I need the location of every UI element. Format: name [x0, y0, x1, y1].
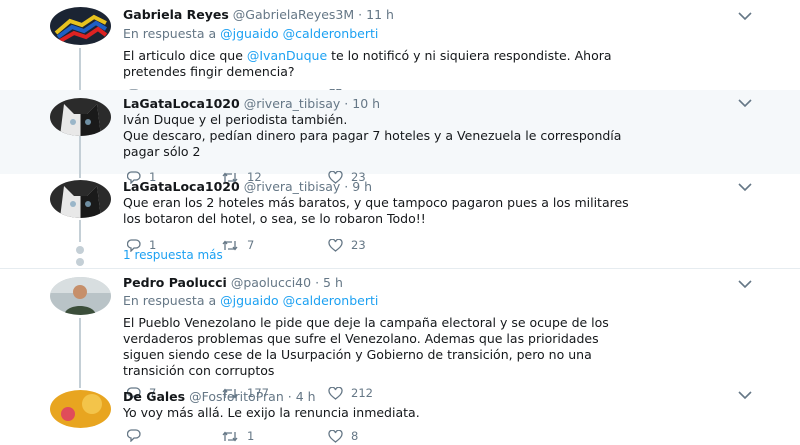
retweet-button[interactable]: 7 [221, 238, 254, 252]
timestamp[interactable]: 10 h [352, 96, 380, 111]
tweet-text: Yo voy más allá. Le exijo la renuncia in… [123, 405, 420, 420]
avatar-image [50, 277, 111, 315]
tweet-header: De Gales @FosforitoPran · 4 h [123, 389, 760, 404]
mention-calderonberti[interactable]: @calderonberti [283, 293, 379, 308]
retweet-icon [222, 430, 238, 442]
retweet-button[interactable]: 1 [221, 429, 254, 443]
reply-to-line: En respuesta a @jguaido @calderonberti [123, 293, 760, 309]
avatar-image [50, 180, 111, 218]
tweet-text-part: El articulo dice que [123, 48, 247, 63]
tweet-lagataloca-2[interactable]: LaGataLoca1020 @rivera_tibisay · 9 h Que… [0, 174, 800, 268]
timestamp[interactable]: 9 h [352, 179, 372, 194]
more-replies-link[interactable]: 1 respuesta más [123, 248, 223, 262]
retweet-count: 7 [247, 238, 255, 252]
tweet-thread: Gabriela Reyes @GabrielaReyes3M · 11 h E… [0, 0, 800, 445]
author-handle[interactable]: @rivera_tibisay [244, 179, 341, 194]
tweet-header: Pedro Paolucci @paolucci40 · 5 h [123, 275, 760, 290]
avatar[interactable] [50, 277, 111, 315]
timestamp[interactable]: 11 h [366, 7, 394, 22]
avatar-image [50, 7, 111, 45]
author-handle[interactable]: @GabrielaReyes3M [233, 7, 354, 22]
tweet-lagataloca-1[interactable]: LaGataLoca1020 @rivera_tibisay · 10 h Iv… [0, 90, 800, 184]
reply-to-line: En respuesta a @jguaido @calderonberti [123, 26, 760, 42]
author-name[interactable]: LaGataLoca1020 [123, 179, 240, 194]
thread-dot [76, 258, 84, 266]
chevron-down-icon[interactable] [738, 182, 752, 192]
tweet-text: El Pueblo Venezolano le pide que deje la… [123, 315, 609, 378]
reply-to-label: En respuesta a [123, 293, 217, 308]
like-button[interactable]: 8 [328, 429, 358, 443]
reply-icon [127, 429, 141, 442]
separator-dot: · [315, 275, 320, 290]
heart-icon [328, 238, 343, 252]
mention-ivanduque[interactable]: @IvanDuque [247, 48, 327, 63]
like-button[interactable]: 23 [328, 238, 366, 252]
tweet-header: LaGataLoca1020 @rivera_tibisay · 9 h [123, 179, 760, 194]
avatar[interactable] [50, 7, 111, 45]
thread-line [79, 136, 81, 178]
avatar[interactable] [50, 180, 111, 218]
like-count: 8 [351, 429, 359, 443]
author-name[interactable]: Gabriela Reyes [123, 7, 229, 22]
author-name[interactable]: LaGataLoca1020 [123, 96, 240, 111]
like-count: 23 [351, 238, 366, 252]
chevron-down-icon[interactable] [738, 390, 752, 400]
author-name[interactable]: De Gales [123, 389, 185, 404]
thread-line [79, 48, 81, 90]
mention-calderonberti[interactable]: @calderonberti [283, 26, 379, 41]
reply-button[interactable] [127, 429, 149, 442]
separator-dot: · [287, 389, 292, 404]
avatar[interactable] [50, 390, 111, 428]
timestamp[interactable]: 4 h [296, 389, 316, 404]
separator-dot: · [344, 96, 349, 111]
avatar-image [50, 390, 111, 428]
timestamp[interactable]: 5 h [323, 275, 343, 290]
author-handle[interactable]: @paolucci40 [231, 275, 311, 290]
tweet-header: Gabriela Reyes @GabrielaReyes3M · 11 h [123, 7, 760, 22]
tweet-text: Iván Duque y el periodista también. Que … [123, 112, 622, 159]
retweet-count: 1 [247, 429, 255, 443]
thread-dot [76, 246, 84, 254]
thread-line [79, 318, 81, 388]
thread-line [79, 220, 81, 242]
tweet-actions: 1 8 [123, 429, 760, 445]
tweet-de-gales[interactable]: De Gales @FosforitoPran · 4 h Yo voy más… [0, 384, 800, 445]
avatar[interactable] [50, 98, 111, 136]
retweet-icon [222, 239, 238, 251]
mention-jguaido[interactable]: @jguaido [220, 26, 279, 41]
tweet-pedro-paolucci[interactable]: Pedro Paolucci @paolucci40 · 5 h En resp… [0, 269, 800, 400]
chevron-down-icon[interactable] [738, 98, 752, 108]
author-handle[interactable]: @rivera_tibisay [244, 96, 341, 111]
heart-icon [328, 429, 343, 443]
separator-dot: · [358, 7, 363, 22]
avatar-image [50, 98, 111, 136]
tweet-header: LaGataLoca1020 @rivera_tibisay · 10 h [123, 96, 760, 111]
author-handle[interactable]: @FosforitoPran [189, 389, 284, 404]
chevron-down-icon[interactable] [738, 279, 752, 289]
mention-jguaido[interactable]: @jguaido [220, 293, 279, 308]
tweet-text: Que eran los 2 hoteles más baratos, y qu… [123, 195, 629, 226]
author-name[interactable]: Pedro Paolucci [123, 275, 227, 290]
tweet-gabriela-reyes[interactable]: Gabriela Reyes @GabrielaReyes3M · 11 h E… [0, 0, 800, 102]
separator-dot: · [344, 179, 349, 194]
chevron-down-icon[interactable] [738, 11, 752, 21]
reply-to-label: En respuesta a [123, 26, 217, 41]
tweet-text: El articulo dice que @IvanDuque te lo no… [123, 48, 760, 80]
